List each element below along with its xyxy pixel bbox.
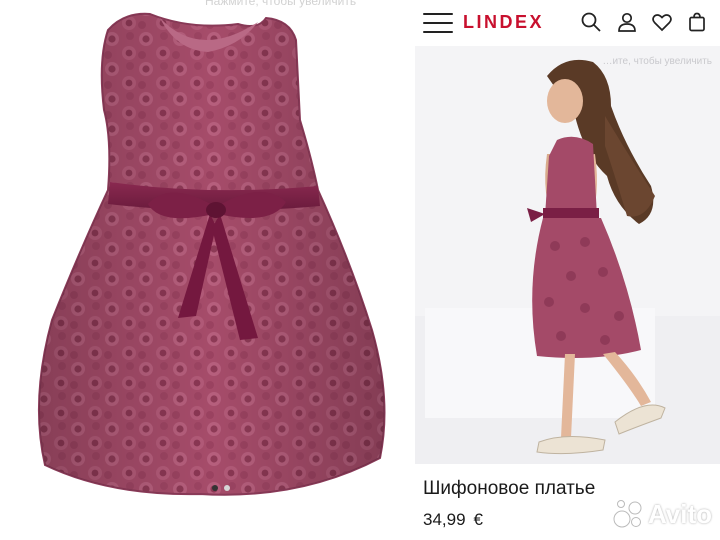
search-icon[interactable] — [579, 10, 603, 34]
mobile-product-page: LINDEX …ите, чтобы увеличить Шифоновое п… — [415, 0, 720, 540]
account-icon[interactable] — [615, 10, 639, 34]
price-currency: € — [473, 510, 484, 529]
gallery-dots — [212, 485, 230, 491]
product-photo-flat[interactable]: Нажмите, чтобы увеличить — [0, 0, 415, 540]
gallery-dot[interactable] — [224, 485, 230, 491]
zoom-hint: Нажмите, чтобы увеличить — [205, 0, 357, 8]
product-photo-model[interactable]: …ите, чтобы увеличить — [415, 46, 720, 464]
menu-icon[interactable] — [423, 13, 453, 33]
avito-watermark: Avito — [611, 497, 712, 531]
gallery-dot-active[interactable] — [212, 485, 218, 491]
avito-logo-icon — [613, 500, 642, 528]
girl-in-dress-image — [415, 59, 720, 464]
product-price: 34,99 € — [423, 510, 483, 530]
zoom-hint: …ите, чтобы увеличить — [602, 56, 712, 67]
dress-image — [37, 12, 386, 496]
site-header: LINDEX — [415, 0, 720, 46]
heart-icon[interactable] — [650, 10, 674, 34]
product-title: Шифоновое платье — [423, 478, 596, 499]
price-value: 34,99 — [423, 510, 466, 529]
avito-wordmark: Avito — [647, 498, 712, 529]
bag-icon[interactable] — [685, 10, 709, 34]
brand-logo[interactable]: LINDEX — [463, 12, 544, 33]
